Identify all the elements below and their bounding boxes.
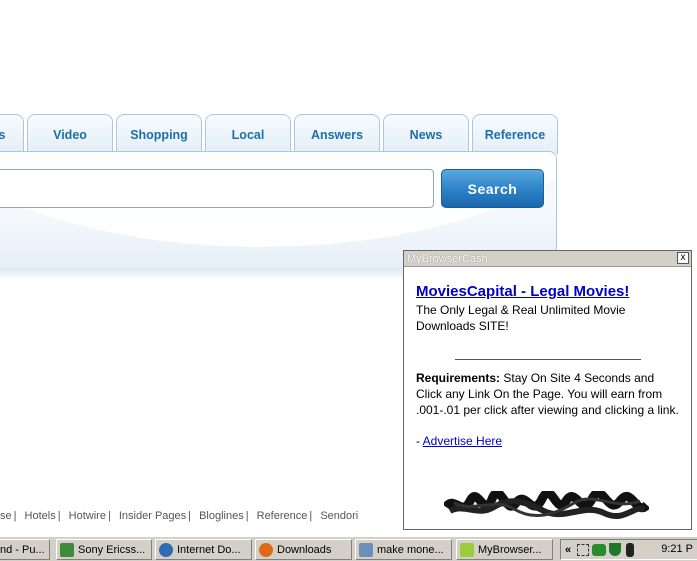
advertise-prefix: -: [416, 434, 423, 448]
tray-app-icon[interactable]: [577, 543, 590, 556]
tab-partial[interactable]: s: [0, 114, 24, 154]
ad-headline-link[interactable]: MoviesCapital - Legal Movies!: [416, 283, 679, 300]
app-icon: [460, 542, 474, 557]
firefox-icon: [259, 542, 273, 557]
footer-links: se | Hotels | Hotwire | Insider Pages | Blog…: [0, 510, 358, 522]
advertise-here-link[interactable]: Advertise Here: [423, 434, 502, 448]
clock[interactable]: 9:21 P: [661, 543, 693, 555]
taskbar-item[interactable]: nd - Pu...: [0, 539, 50, 560]
tab-video[interactable]: Video: [27, 114, 113, 154]
popup-titlebar[interactable]: MyBrowserCash x: [404, 251, 691, 267]
phone-icon[interactable]: [626, 542, 635, 557]
taskbar-item-make-money[interactable]: make mone...: [355, 539, 452, 560]
app-icon: [60, 542, 74, 557]
globe-icon: [159, 542, 173, 557]
requirements-label: Requirements:: [416, 371, 501, 385]
tab-local[interactable]: Local: [205, 114, 291, 154]
separator: |: [309, 510, 313, 522]
requirements-text: Requirements: Stay On Site 4 Seconds and…: [416, 370, 679, 418]
search-button[interactable]: Search: [441, 169, 544, 208]
footer-link-hotwire[interactable]: Hotwire: [69, 510, 106, 522]
footer-link[interactable]: se: [0, 510, 12, 522]
tab-label: Local: [231, 127, 265, 142]
close-icon[interactable]: x: [677, 252, 689, 264]
task-label: Sony Ericss...: [78, 543, 146, 556]
image-icon: [359, 542, 373, 557]
mybrowsercash-popup: MyBrowserCash x MoviesCapital - Legal Mo…: [403, 250, 692, 530]
footer-link-insider-pages[interactable]: Insider Pages: [119, 510, 186, 522]
network-icon[interactable]: [592, 543, 607, 556]
separator: |: [245, 510, 249, 522]
tab-label: Video: [53, 127, 87, 142]
redacted-scribble: [444, 491, 649, 520]
separator: |: [57, 510, 61, 522]
taskbar-item-sony-ericsson[interactable]: Sony Ericss...: [56, 539, 152, 560]
search-input[interactable]: [0, 169, 434, 208]
taskbar-item-downloads[interactable]: Downloads: [255, 539, 352, 560]
tab-answers[interactable]: Answers: [294, 114, 380, 154]
tray-expand-icon[interactable]: «: [565, 544, 571, 556]
tab-reference[interactable]: Reference: [472, 114, 558, 154]
tab-label: s: [0, 127, 6, 142]
tab-label: Reference: [484, 127, 546, 142]
taskbar-item-internet-download[interactable]: Internet Do...: [155, 539, 252, 560]
divider: [455, 359, 641, 360]
task-label: make mone...: [377, 543, 444, 556]
shield-icon[interactable]: [609, 543, 622, 556]
tab-label: Shopping: [130, 127, 188, 142]
task-label: Internet Do...: [177, 543, 241, 556]
task-label: Downloads: [277, 543, 332, 556]
task-label: nd - Pu...: [0, 543, 45, 556]
taskbar-item-mybrowsercash[interactable]: MyBrowser...: [456, 539, 553, 560]
footer-link-bloglines[interactable]: Bloglines: [199, 510, 244, 522]
tab-news[interactable]: News: [383, 114, 469, 154]
advertise-line: - Advertise Here: [416, 434, 679, 448]
footer-link-sendori[interactable]: Sendori: [320, 510, 358, 522]
tab-shopping[interactable]: Shopping: [116, 114, 202, 154]
separator: |: [188, 510, 191, 522]
separator: |: [107, 510, 111, 522]
task-label: MyBrowser...: [478, 543, 542, 556]
tab-label: Answers: [310, 127, 364, 142]
popup-title: MyBrowserCash: [407, 253, 488, 265]
footer-link-hotels[interactable]: Hotels: [25, 510, 56, 522]
separator: |: [13, 510, 17, 522]
footer-link-reference[interactable]: Reference: [257, 510, 308, 522]
ad-description: The Only Legal & Real Unlimited Movie Do…: [416, 303, 626, 333]
tab-label: News: [409, 127, 443, 142]
system-tray: « 9:21 P: [560, 539, 697, 560]
